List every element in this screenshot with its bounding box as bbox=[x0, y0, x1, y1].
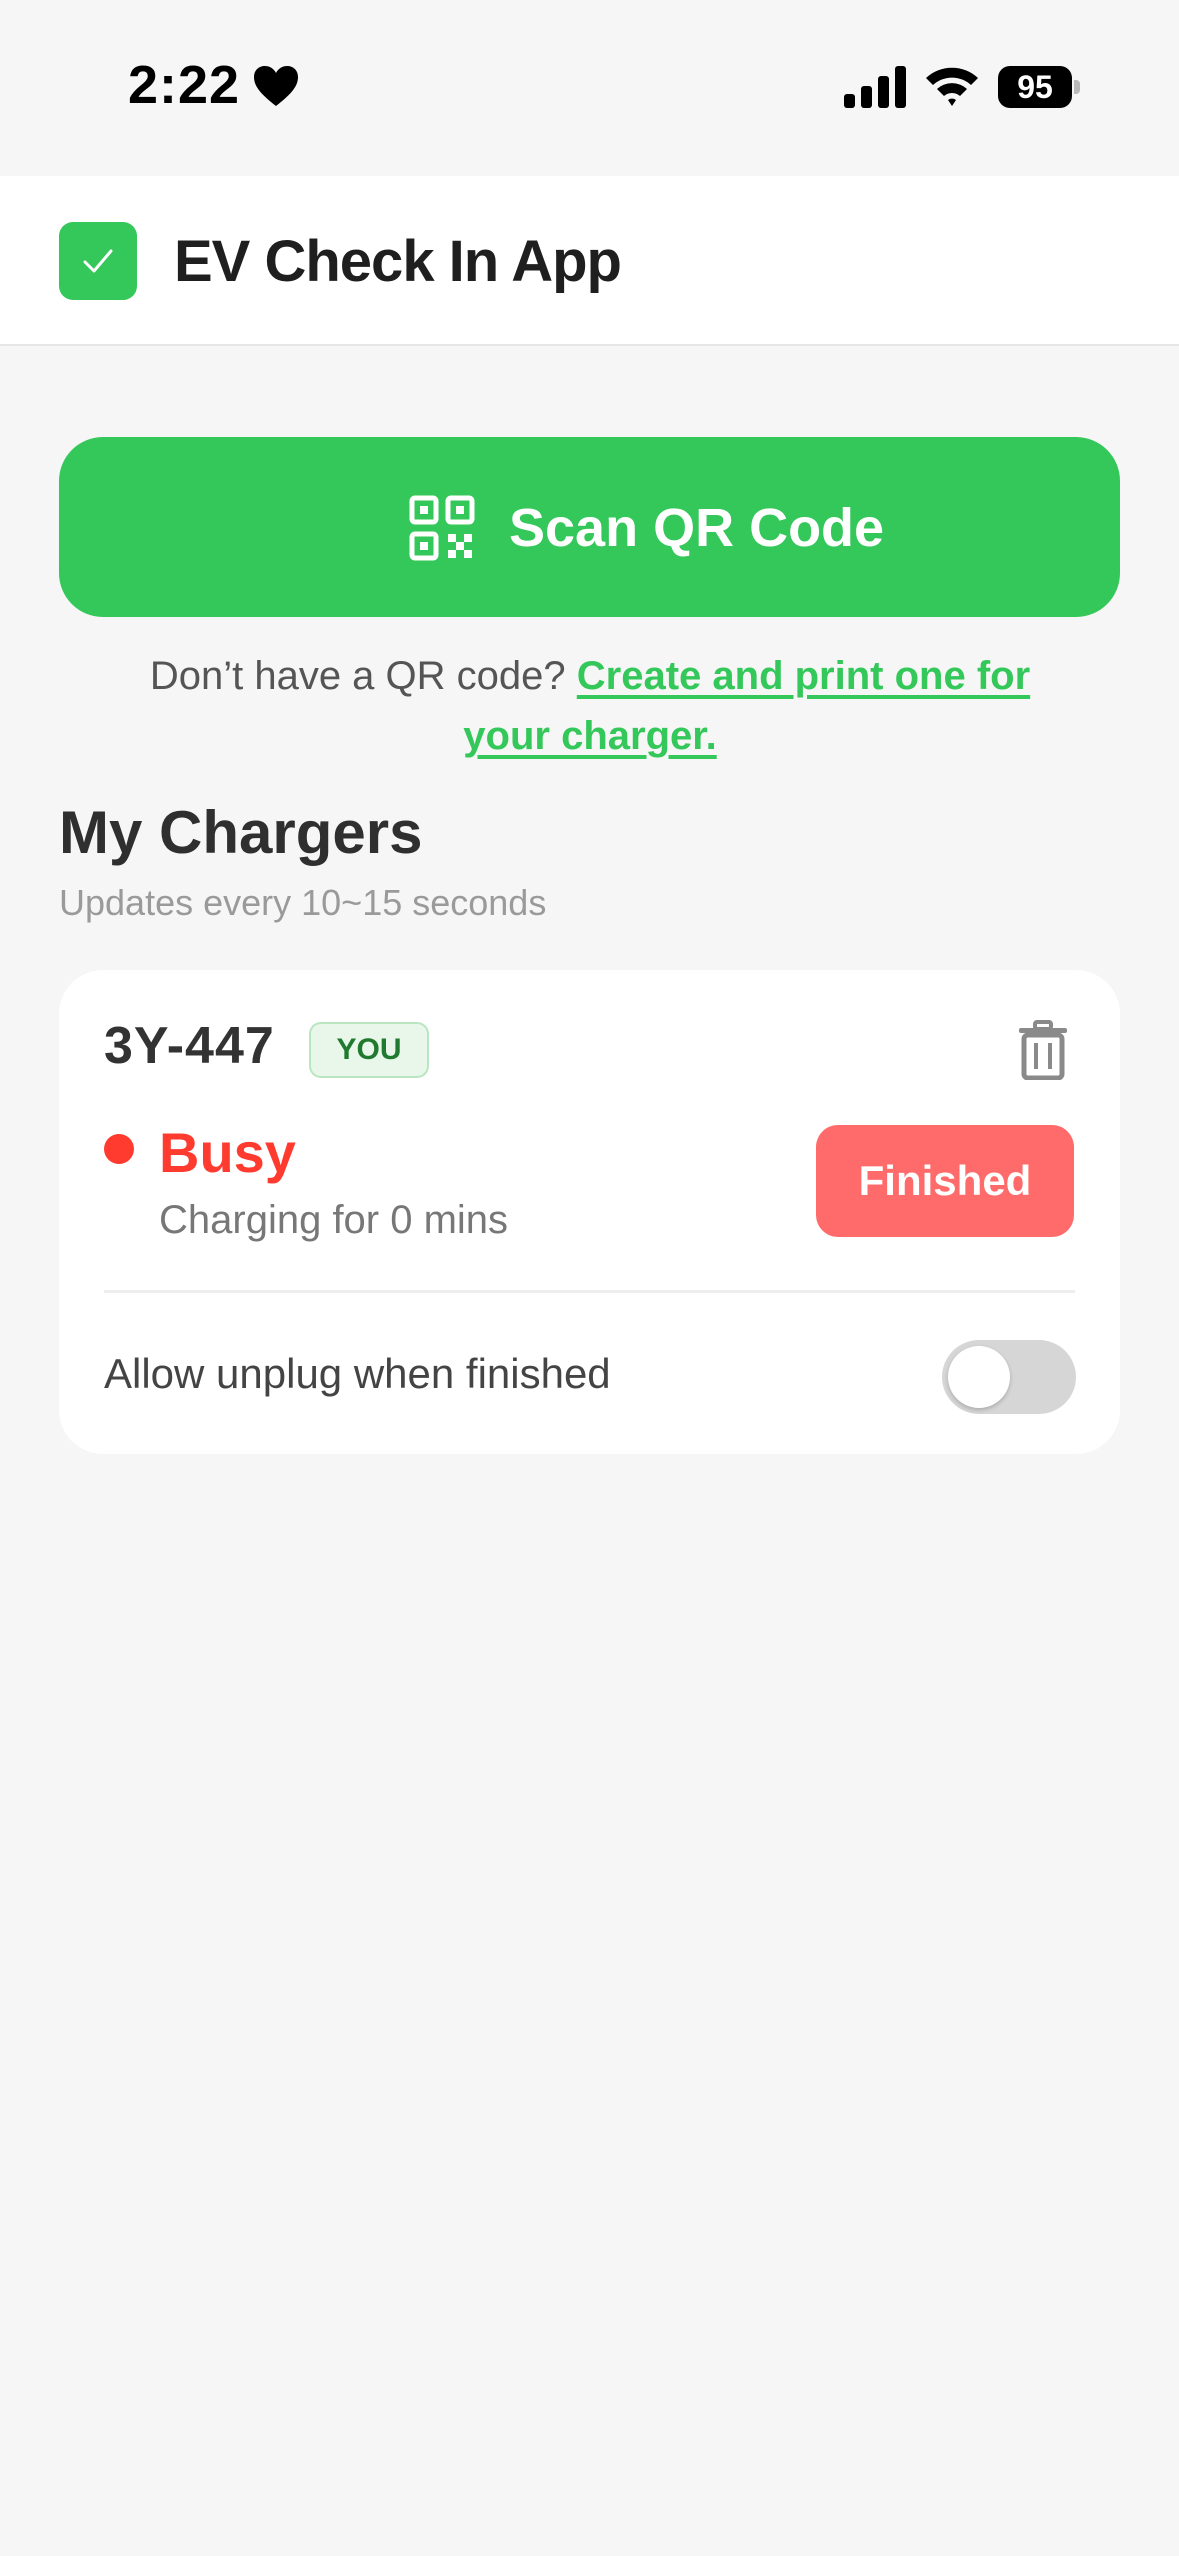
charger-card: 3Y-447 YOU Busy Charging for 0 mins Fini… bbox=[59, 970, 1120, 1454]
wifi-icon bbox=[926, 67, 978, 106]
scan-qr-label: Scan QR Code bbox=[509, 498, 885, 558]
app-logo bbox=[59, 222, 137, 300]
trash-icon[interactable] bbox=[1017, 1020, 1069, 1080]
app-screen: 2:22 95 EV Check In App Scan QR Code Don… bbox=[0, 0, 1179, 2556]
charger-id: 3Y-447 bbox=[104, 1017, 275, 1075]
signal-icon bbox=[844, 66, 906, 108]
finished-button[interactable]: Finished bbox=[816, 1125, 1074, 1237]
battery-cap bbox=[1074, 80, 1080, 94]
charging-duration: Charging for 0 mins bbox=[159, 1198, 509, 1242]
heart-icon bbox=[254, 66, 298, 106]
status-bar: 2:22 95 bbox=[0, 0, 1179, 176]
qr-code-icon bbox=[409, 495, 475, 561]
scan-qr-button[interactable]: Scan QR Code bbox=[59, 437, 1120, 617]
allow-unplug-toggle[interactable] bbox=[942, 1340, 1076, 1414]
my-chargers-heading: My Chargers bbox=[59, 799, 423, 866]
battery-level: 95 bbox=[1017, 69, 1053, 105]
app-title: EV Check In App bbox=[174, 229, 622, 294]
allow-unplug-label: Allow unplug when finished bbox=[104, 1350, 611, 1397]
update-interval-text: Updates every 10~15 seconds bbox=[59, 882, 547, 923]
toggle-knob bbox=[948, 1346, 1010, 1408]
you-badge: YOU bbox=[309, 1022, 429, 1078]
status-dot bbox=[104, 1134, 134, 1164]
status-time: 2:22 bbox=[128, 55, 241, 115]
battery-icon: 95 bbox=[998, 66, 1080, 108]
checkmark-icon bbox=[83, 249, 113, 273]
charger-status: Busy bbox=[159, 1121, 296, 1184]
card-divider bbox=[104, 1290, 1075, 1293]
qr-helper-prefix: Don’t have a QR code? bbox=[149, 654, 566, 698]
app-header: EV Check In App bbox=[0, 176, 1179, 346]
qr-helper-text: Don’t have a QR code? Create and print o… bbox=[110, 646, 1070, 766]
